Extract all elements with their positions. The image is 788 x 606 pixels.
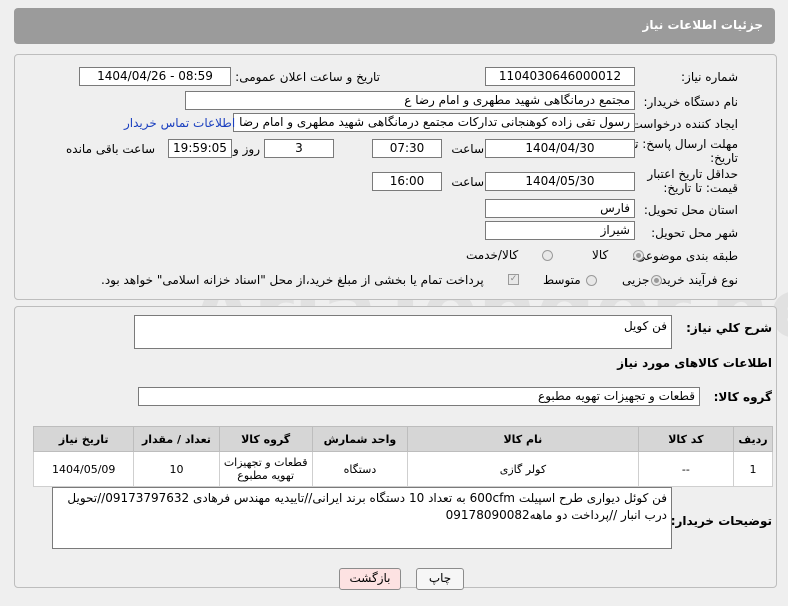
requester-field[interactable]: رسول تقی زاده کوهنجانی تدارکات مجتمع درم…: [233, 113, 635, 132]
announce-datetime-field[interactable]: 1404/04/26 - 08:59: [79, 67, 231, 86]
buyer-notes-field[interactable]: فن کوئل دیواری طرح اسپیلت 600cfm به تعدا…: [52, 487, 672, 549]
col-goods-group: گروه کالا: [218, 426, 313, 452]
cell-quantity: 10: [133, 451, 220, 487]
col-row: ردیف: [733, 426, 773, 452]
price-date-field[interactable]: 1404/05/30: [485, 172, 635, 191]
treasury-payment-checkbox[interactable]: ✓: [508, 274, 519, 285]
buyer-org-label: نام دستگاه خریدار:: [643, 95, 739, 109]
col-quantity: تعداد / مقدار: [133, 426, 220, 452]
process-minor-label: جزیی: [622, 273, 650, 287]
summary-field[interactable]: فن کویل: [134, 315, 672, 349]
process-minor-radio[interactable]: [651, 275, 662, 286]
back-button[interactable]: بازگشت: [339, 568, 401, 590]
goods-table-header: تاریخ نیاز تعداد / مقدار گروه کالا واحد …: [32, 426, 773, 452]
process-label: نوع فرآیند خرید :: [653, 273, 738, 287]
price-time-label: ساعت: [451, 175, 484, 189]
cell-row: 1: [733, 451, 773, 487]
cell-goods-name: کولر گازی: [407, 451, 639, 487]
page-title: جزئیات اطلاعات نیاز: [642, 18, 763, 32]
goods-section-title: اطلاعات کالاهای مورد نیاز: [617, 356, 772, 370]
province-field[interactable]: فارس: [485, 199, 635, 218]
requester-label: ایجاد کننده درخواست:: [627, 117, 738, 131]
goods-table: تاریخ نیاز تعداد / مقدار گروه کالا واحد …: [32, 426, 773, 487]
buyer-org-field[interactable]: مجتمع درمانگاهی شهید مطهری و امام رضا ع: [185, 91, 635, 110]
col-goods-name: نام کالا: [407, 426, 639, 452]
category-goods-service-radio[interactable]: [542, 250, 553, 261]
announce-label: تاریخ و ساعت اعلان عمومی:: [235, 70, 380, 84]
reply-deadline-label: مهلت ارسال پاسخ: تا تاریخ:: [631, 137, 738, 165]
need-number-label: شماره نیاز:: [681, 70, 738, 84]
payment-note: پرداخت تمام یا بخشی از مبلغ خرید،از محل …: [101, 273, 484, 287]
category-label: طبقه بندی موضوعی:: [631, 249, 738, 263]
col-need-date: تاریخ نیاز: [32, 426, 135, 452]
reply-date-field[interactable]: 1404/04/30: [485, 139, 635, 158]
cell-need-date: 1404/05/09: [32, 451, 135, 487]
price-time-field[interactable]: 16:00: [372, 172, 442, 191]
col-goods-code: کد کالا: [637, 426, 735, 452]
days-field[interactable]: 3: [264, 139, 334, 158]
remaining-label: ساعت باقی مانده: [66, 142, 156, 156]
category-goods-service-label: کالا/خدمت: [466, 248, 519, 262]
table-row: 1404/05/09 10 قطعات و تجهیزات تهویه مطبو…: [32, 451, 773, 487]
page-header: جزئیات اطلاعات نیاز: [14, 8, 775, 44]
process-medium-radio[interactable]: [586, 275, 597, 286]
reply-time-field[interactable]: 07:30: [372, 139, 442, 158]
cell-goods-group: قطعات و تجهیزات تهویه مطبوع: [218, 451, 313, 487]
cell-goods-code: --: [637, 451, 735, 487]
category-goods-radio[interactable]: [633, 250, 644, 261]
col-unit: واحد شمارش: [311, 426, 409, 452]
need-number-field[interactable]: 1104030646000012: [485, 67, 635, 86]
remaining-time-field[interactable]: 19:59:05: [168, 139, 232, 158]
day-and-label: روز و: [233, 142, 260, 156]
buyer-notes-label: توضیحات خریدار:: [670, 514, 772, 528]
goods-group-label: گروه کالا:: [713, 390, 772, 404]
price-validity-label: حداقل تاریخ اعتبار قیمت: تا تاریخ:: [647, 167, 738, 195]
province-label: استان محل تحویل:: [643, 203, 738, 217]
city-label: شهر محل تحویل:: [651, 226, 738, 240]
category-goods-label: کالا: [592, 248, 609, 262]
summary-label: شرح کلي نياز:: [686, 321, 772, 335]
goods-group-field[interactable]: قطعات و تجهیزات تهویه مطبوع: [138, 387, 700, 406]
cell-unit: دستگاه: [311, 451, 409, 487]
print-button[interactable]: چاپ: [416, 568, 464, 590]
buyer-contact-link[interactable]: اطلاعات تماس خریدار: [124, 116, 235, 130]
city-field[interactable]: شیراز: [485, 221, 635, 240]
process-medium-label: متوسط: [543, 273, 581, 287]
reply-time-label: ساعت: [451, 142, 484, 156]
